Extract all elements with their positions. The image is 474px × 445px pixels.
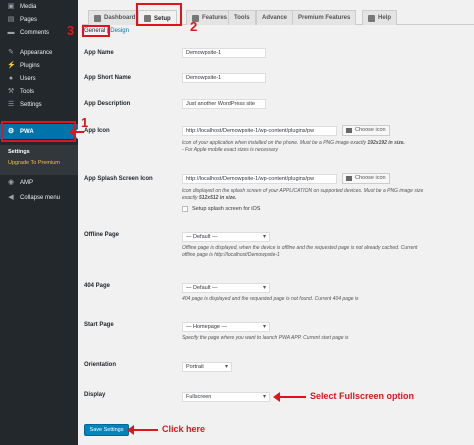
start-page-description: Specify the page where you want to launc… (182, 335, 349, 341)
sidebar-item-label: Media (20, 3, 37, 10)
annotation-box-general (82, 25, 110, 37)
splash-icon-url-input[interactable]: http://localhost/Demowpsite-1/wp-content… (182, 174, 337, 184)
sidebar-item-label: Pages (20, 16, 38, 23)
tab-help[interactable]: Help (362, 10, 398, 25)
offline-page-description: Offline page is displayed, when the devi… (182, 245, 418, 258)
annotation-number-3: 3 (67, 23, 75, 38)
label-display: Display (84, 392, 106, 398)
save-settings-button[interactable]: Save Settings (84, 424, 129, 436)
sidebar-item-users[interactable]: ● Users (0, 72, 78, 85)
label-app-name: App Name (84, 50, 114, 56)
image-icon (346, 128, 352, 133)
annotation-box-setup (136, 3, 182, 26)
settings-icon: ☰ (7, 100, 15, 108)
label-app-icon: App Icon (84, 128, 110, 134)
amp-icon: ◉ (7, 178, 15, 186)
app-short-name-input[interactable]: Demowpsite-1 (182, 73, 266, 83)
annotation-fullscreen-text: Select Fullscreen option (310, 391, 415, 401)
sidebar-item-settings[interactable]: ☰ Settings (0, 98, 78, 111)
tab-tools[interactable]: Tools (228, 10, 256, 25)
pages-icon: ▤ (7, 15, 15, 23)
pwa-submenu: Settings Upgrade To Premium (0, 145, 78, 175)
label-offline-page: Offline Page (84, 232, 120, 238)
help-icon (368, 14, 375, 22)
admin-sidebar: ▣ Media ▤ Pages ▬ Comments ✎ Appearance ⚡ Plu… (0, 0, 78, 445)
label-orientation: Orientation (84, 362, 117, 368)
label-splash-icon: App Splash Screen Icon (84, 176, 153, 182)
annotation-click-here-text: Click here (162, 424, 206, 434)
annotation-arrow-display (273, 392, 306, 402)
annotation-number-2: 2 (190, 19, 198, 34)
annotation-arrow-pwa (69, 127, 84, 137)
sidebar-item-appearance[interactable]: ✎ Appearance (0, 46, 78, 59)
sidebar-item-label: Collapse menu (20, 194, 61, 201)
tab-premium-features[interactable]: Premium Features (292, 10, 357, 25)
media-icon: ▣ (7, 2, 15, 10)
sidebar-item-label: Comments (20, 29, 50, 36)
orientation-select[interactable]: Portrait (182, 362, 232, 372)
label-start-page: Start Page (84, 322, 114, 328)
sidebar-item-amp[interactable]: ◉ AMP (0, 176, 78, 189)
annotation-arrow-save (127, 425, 158, 435)
sidebar-item-label: Appearance (20, 49, 53, 56)
submenu-settings[interactable]: Settings (8, 149, 30, 155)
app-description-input[interactable]: Just another WordPress site (182, 99, 266, 109)
sidebar-item-media[interactable]: ▣ Media (0, 0, 78, 13)
app-icon-description: Icon of your application when installed … (182, 140, 405, 153)
sidebar-item-label: Settings (20, 101, 42, 108)
image-icon (346, 176, 352, 181)
sidebar-item-tools[interactable]: ⚒ Tools (0, 85, 78, 98)
ios-splash-label: Setup splash screen for iOS (192, 206, 261, 212)
sidebar-item-plugins[interactable]: ⚡ Plugins (0, 59, 78, 72)
annotation-box-pwa (1, 121, 76, 142)
app-icon-url-input[interactable]: http://localhost/Demowpsite-1/wp-content… (182, 126, 337, 136)
label-app-description: App Description (84, 101, 131, 107)
start-page-select[interactable]: — Homepage — (182, 322, 270, 332)
appearance-icon: ✎ (8, 48, 14, 56)
sidebar-item-label: Users (20, 75, 36, 82)
ios-splash-checkbox[interactable] (182, 206, 188, 212)
offline-page-select[interactable]: — Default — (182, 232, 270, 242)
sidebar-item-label: Plugins (20, 62, 40, 69)
sidebar-item-label: Tools (20, 88, 35, 95)
submenu-upgrade[interactable]: Upgrade To Premium (8, 160, 60, 166)
label-404-page: 404 Page (84, 283, 111, 289)
splash-icon-description: Icon displayed on the splash screen of y… (182, 188, 424, 201)
collapse-icon: ◀ (8, 193, 14, 201)
dashboard-icon (94, 14, 101, 22)
plugins-icon: ⚡ (7, 61, 16, 69)
choose-icon-button[interactable]: Choose icon (342, 125, 390, 136)
sidebar-collapse[interactable]: ◀ Collapse menu (0, 191, 78, 204)
subnav-design[interactable]: Design (110, 28, 129, 34)
tab-advance[interactable]: Advance (256, 10, 294, 25)
comments-icon: ▬ (7, 28, 15, 36)
404-page-description: 404 page is displayed and the requested … (182, 296, 359, 302)
app-name-input[interactable]: Demowpsite-1 (182, 48, 266, 58)
users-icon: ● (8, 74, 14, 82)
choose-splash-icon-button[interactable]: Choose icon (342, 173, 390, 184)
404-page-select[interactable]: — Default — (182, 283, 270, 293)
display-select[interactable]: Fullscreen (182, 392, 270, 402)
label-app-short-name: App Short Name (84, 75, 132, 81)
tab-dashboard[interactable]: Dashboard (88, 10, 142, 25)
tools-icon: ⚒ (7, 87, 15, 95)
sidebar-item-label: AMP (20, 179, 34, 186)
